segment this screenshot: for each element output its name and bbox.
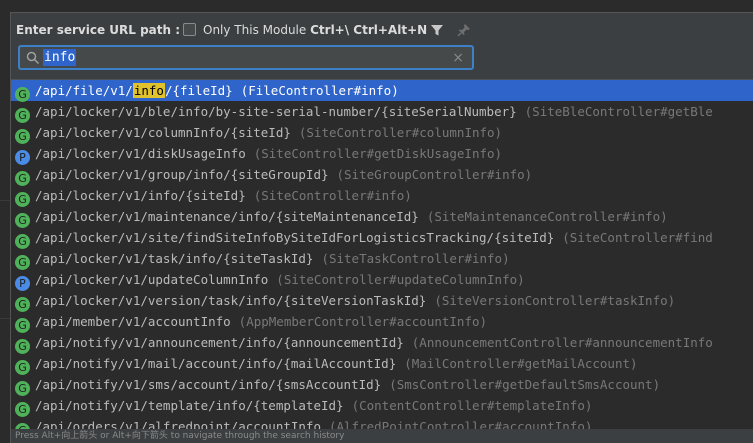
- url-path: /api/locker/v1/updateColumnInfo: [35, 272, 269, 287]
- match-highlight: info: [132, 83, 165, 98]
- get-method-icon: G: [15, 87, 30, 102]
- controller-method: (SiteTaskController#info): [321, 251, 510, 266]
- get-method-icon: G: [15, 192, 30, 207]
- get-method-icon: G: [15, 234, 30, 249]
- results-list: G/api/file/v1/info/{fileId} (FileControll…: [11, 79, 753, 430]
- result-row[interactable]: G/api/notify/v1/template/info/{templateI…: [11, 395, 753, 417]
- controller-method: (AnnouncementController#announcementInfo: [411, 335, 713, 350]
- result-row[interactable]: G/api/orders/v1/alfredpoint/accountInfo(…: [11, 416, 753, 430]
- clear-search-icon[interactable]: ×: [452, 50, 464, 67]
- get-method-icon: G: [15, 255, 30, 270]
- controller-method: (SiteController#find: [562, 230, 713, 245]
- checkbox-shortcut-text: Ctrl+\ Ctrl+Alt+N: [310, 23, 428, 37]
- only-this-module-label[interactable]: Only This Module Ctrl+\ Ctrl+Alt+N: [203, 23, 427, 37]
- url-path-suffix: /{fileId}: [164, 83, 233, 98]
- url-path: /api/locker/v1/diskUsageInfo: [35, 146, 246, 161]
- pin-icon[interactable]: [456, 22, 472, 38]
- url-path-prefix: /api/file/v1/: [35, 83, 133, 98]
- checkbox-label-text: Only This Module: [203, 23, 307, 37]
- get-method-icon: G: [15, 213, 30, 228]
- controller-method: (MailController#getMailAccount): [404, 356, 638, 371]
- result-row[interactable]: G/api/locker/v1/maintenance/info/{siteMa…: [11, 206, 753, 228]
- controller-method: (SiteController#updateColumnInfo): [276, 272, 525, 287]
- filter-icon[interactable]: [430, 23, 444, 37]
- controller-method: (SiteController#getDiskUsageInfo): [253, 146, 503, 161]
- controller-method: (SiteGroupController#info): [336, 167, 533, 182]
- result-row[interactable]: G/api/locker/v1/task/info/{siteTaskId} (S…: [11, 248, 753, 270]
- result-row[interactable]: G/api/locker/v1/site/findSiteInfoBySiteI…: [11, 227, 753, 249]
- result-row[interactable]: P/api/locker/v1/diskUsageInfo (SiteContro…: [11, 143, 753, 165]
- search-input-text[interactable]: info: [43, 49, 77, 66]
- url-path: /api/locker/v1/maintenance/info/{siteMai…: [35, 209, 419, 224]
- get-method-icon: G: [15, 402, 30, 417]
- result-row[interactable]: G/api/member/v1/accountInfo (AppMemberCon…: [11, 311, 753, 333]
- url-path: /api/locker/v1/ble/info/by-site-serial-n…: [35, 104, 517, 119]
- controller-method: (ContentController#templateInfo): [351, 398, 593, 413]
- get-method-icon: G: [15, 297, 30, 312]
- controller-method: (SmsController#getDefaultSmsAccount): [389, 377, 661, 392]
- controller-method: (AppMemberController#accountInfo): [238, 314, 488, 329]
- result-row[interactable]: G/api/locker/v1/columnInfo/{siteId} (Site…: [11, 122, 753, 144]
- search-icon: [26, 51, 40, 65]
- url-path: /api/member/v1/accountInfo: [35, 314, 231, 329]
- url-path: /api/notify/v1/sms/account/info/{smsAcco…: [35, 377, 382, 392]
- result-row[interactable]: P/api/locker/v1/updateColumnInfo (SiteCon…: [11, 269, 753, 291]
- result-row[interactable]: G/api/file/v1/info/{fileId} (FileControll…: [11, 80, 753, 102]
- result-row[interactable]: G/api/notify/v1/mail/account/info/{mailA…: [11, 353, 753, 375]
- url-path: /api/locker/v1/columnInfo/{siteId}: [35, 125, 291, 140]
- url-path: /api/locker/v1/info/{siteId}: [35, 188, 246, 203]
- popup-header: Enter service URL path : Only This Modul…: [11, 13, 753, 77]
- post-method-icon: P: [15, 276, 30, 291]
- only-this-module-checkbox[interactable]: [183, 23, 196, 36]
- url-path: /api/locker/v1/version/task/info/{siteVe…: [35, 293, 427, 308]
- get-method-icon: G: [15, 339, 30, 354]
- result-row[interactable]: G/api/notify/v1/sms/account/info/{smsAcc…: [11, 374, 753, 396]
- url-path: /api/locker/v1/task/info/{siteTaskId}: [35, 251, 314, 266]
- result-row[interactable]: G/api/locker/v1/ble/info/by-site-serial-…: [11, 101, 753, 123]
- search-field[interactable]: info ×: [18, 45, 474, 70]
- url-path: /api/notify/v1/template/info/{templateId…: [35, 398, 344, 413]
- controller-method: (SiteBleController#getBle: [524, 104, 713, 119]
- get-method-icon: G: [15, 129, 30, 144]
- popup-title: Enter service URL path :: [16, 23, 181, 37]
- result-row[interactable]: G/api/notify/v1/announcement/info/{annou…: [11, 332, 753, 354]
- post-method-icon: P: [15, 150, 30, 165]
- controller-method: (SiteController#info): [253, 188, 412, 203]
- url-path: /api/notify/v1/mail/account/info/{mailAc…: [35, 356, 397, 371]
- controller-method: (SiteVersionController#taskInfo): [434, 293, 676, 308]
- controller-method: (SiteMaintenanceController#info): [426, 209, 668, 224]
- get-method-icon: G: [15, 318, 30, 333]
- result-row[interactable]: G/api/locker/v1/version/task/info/{siteV…: [11, 290, 753, 312]
- controller-method: (SiteController#columnInfo): [298, 125, 503, 140]
- url-path: /api/locker/v1/site/findSiteInfoBySiteId…: [35, 230, 555, 245]
- url-path: /api/locker/v1/group/info/{siteGroupId}: [35, 167, 329, 182]
- goto-url-popup: Enter service URL path : Only This Modul…: [10, 12, 753, 443]
- get-method-icon: G: [15, 381, 30, 396]
- controller-method: (FileController#info): [240, 83, 399, 98]
- get-method-icon: G: [15, 360, 30, 375]
- url-path: /api/notify/v1/announcement/info/{announ…: [35, 335, 404, 350]
- result-row[interactable]: G/api/locker/v1/info/{siteId} (SiteContro…: [11, 185, 753, 207]
- get-method-icon: G: [15, 108, 30, 123]
- get-method-icon: G: [15, 171, 30, 186]
- url-path: /api/file/v1/info/{fileId}: [35, 83, 233, 98]
- result-row[interactable]: G/api/locker/v1/group/info/{siteGroupId}…: [11, 164, 753, 186]
- search-history-hint: Press Alt+向上箭头 or Alt+向下箭头 to navigate t…: [11, 429, 753, 443]
